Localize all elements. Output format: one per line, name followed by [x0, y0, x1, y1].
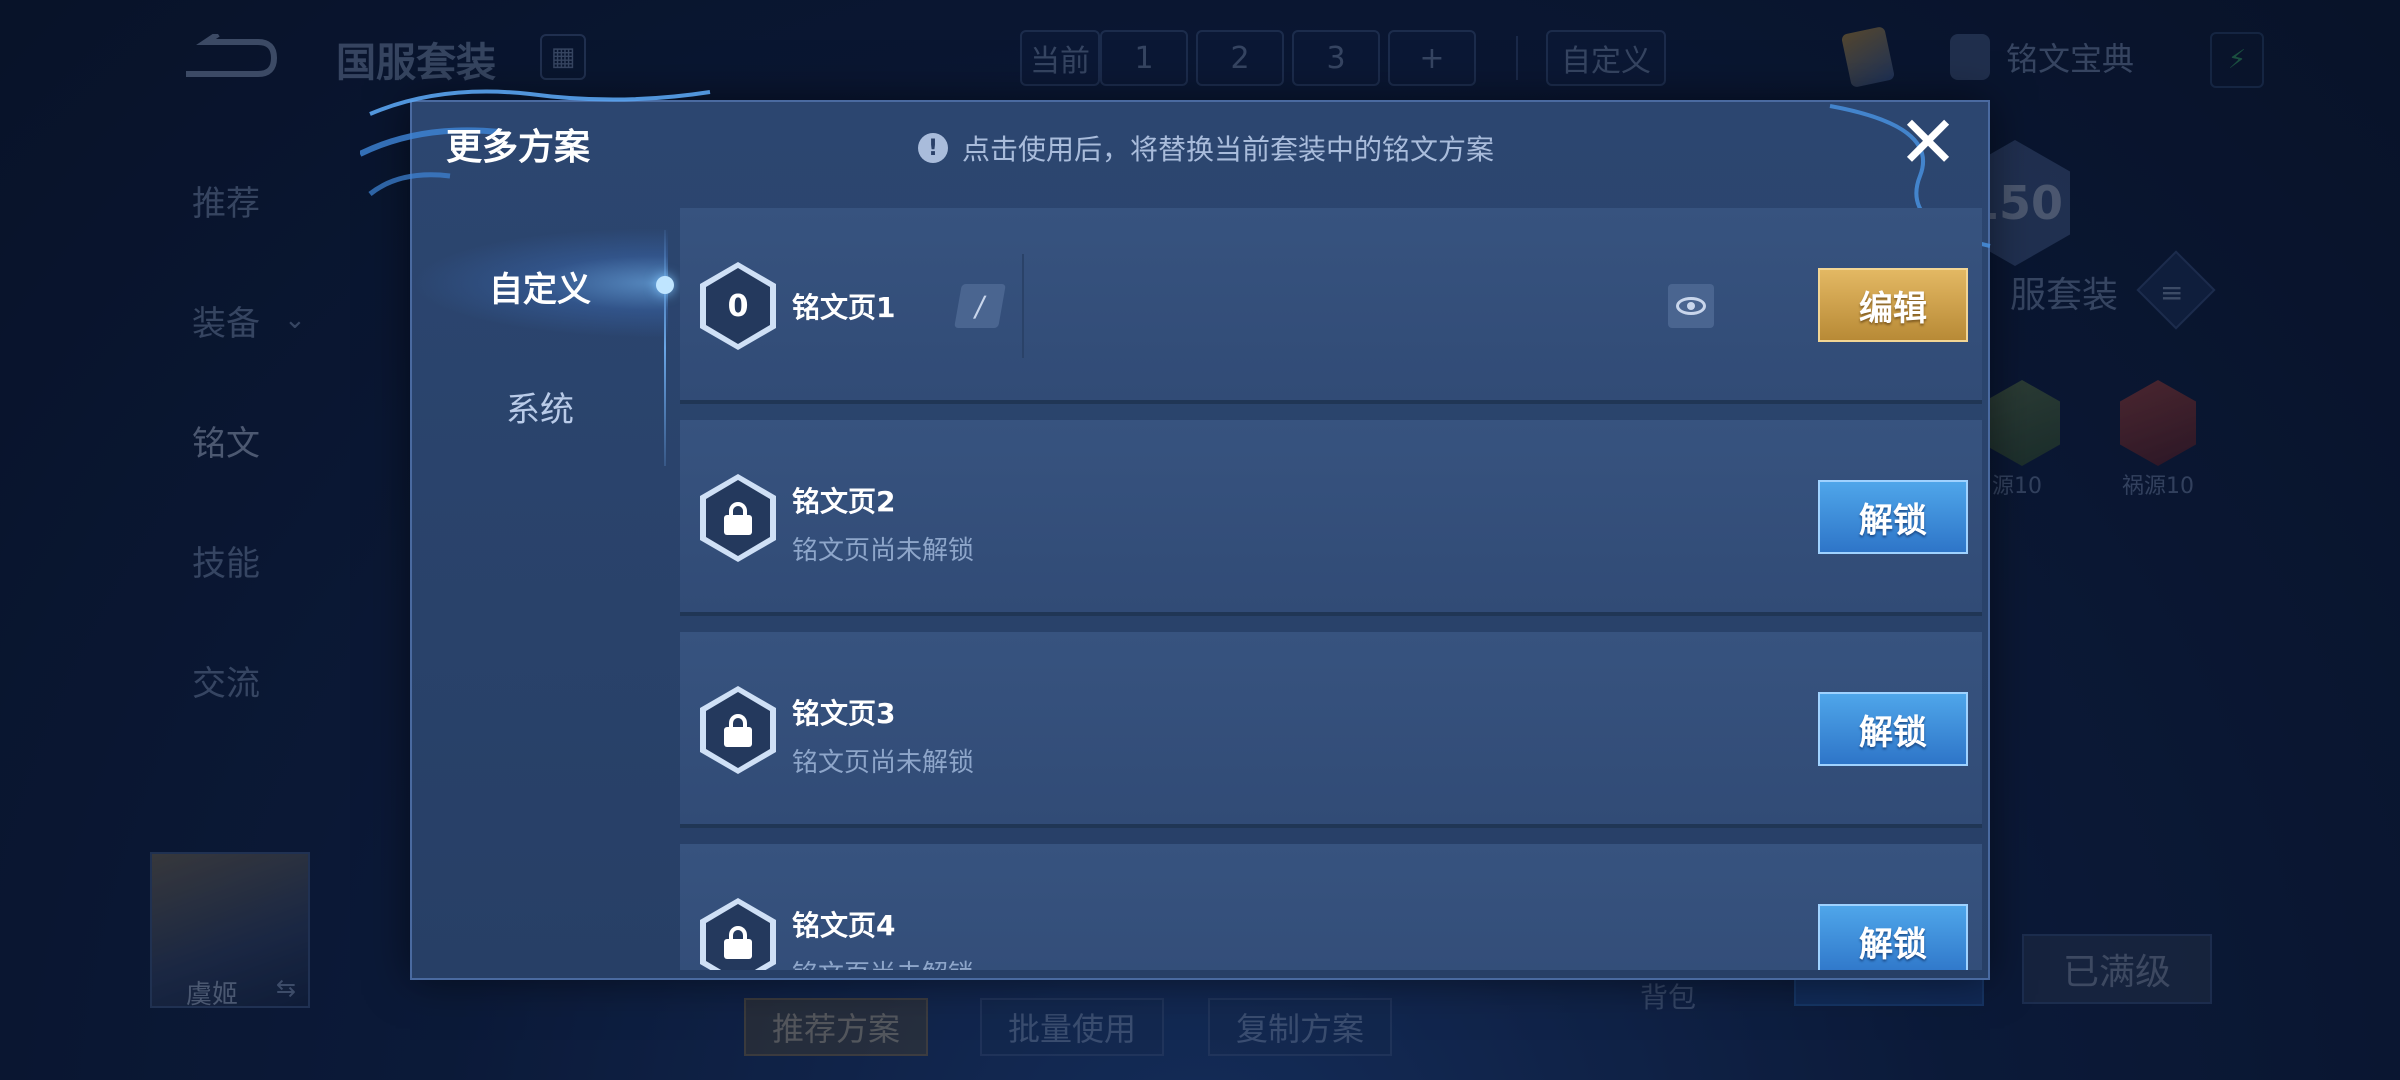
rename-pen-icon[interactable]: /: [954, 284, 1006, 328]
notice: ! 点击使用后，将替换当前套装中的铭文方案: [918, 128, 1494, 168]
row-title: 铭文页1: [792, 291, 896, 324]
lock-badge: [700, 474, 776, 562]
info-icon: !: [918, 133, 948, 163]
lock-badge: [700, 686, 776, 774]
list-item: 0 铭文页1 / 编辑: [680, 208, 1982, 404]
row-divider: [1022, 254, 1024, 358]
row-subtitle: 铭文页尚未解锁: [792, 536, 975, 566]
unlock-button[interactable]: 解锁: [1818, 480, 1968, 554]
tab-system-plans[interactable]: 系统: [412, 356, 668, 456]
list-item: 铭文页4 铭文页尚未解锁 解锁: [680, 844, 1982, 970]
lock-icon: [724, 714, 752, 747]
list-item: 铭文页3 铭文页尚未解锁 解锁: [680, 632, 1982, 828]
row-title: 铭文页2: [792, 485, 896, 518]
row-title: 铭文页3: [792, 697, 896, 730]
eye-icon: [1676, 297, 1706, 315]
lock-icon: [724, 502, 752, 535]
row-subtitle: 铭文页尚未解锁: [792, 748, 975, 778]
rune-page-list[interactable]: 0 铭文页1 / 编辑 铭文页2 铭文页尚未解锁 解锁 铭文页3 铭文页尚未解锁…: [680, 208, 1982, 970]
row-subtitle: 铭文页尚未解锁: [792, 954, 974, 970]
unlock-button[interactable]: 解锁: [1818, 904, 1968, 970]
unlock-button[interactable]: 解锁: [1818, 692, 1968, 766]
lock-badge: [700, 898, 776, 970]
list-item: 铭文页2 铭文页尚未解锁 解锁: [680, 420, 1982, 616]
notice-text: 点击使用后，将替换当前套装中的铭文方案: [962, 133, 1495, 166]
row-title: 铭文页4: [792, 909, 896, 942]
lock-icon: [724, 926, 752, 959]
page-number-badge: 0: [700, 262, 776, 350]
edit-button[interactable]: 编辑: [1818, 268, 1968, 342]
modal-title: 更多方案: [446, 127, 591, 168]
close-button[interactable]: ✕: [1896, 106, 1960, 178]
preview-eye-button[interactable]: [1668, 284, 1714, 328]
tab-custom-plans[interactable]: 自定义: [412, 236, 668, 336]
